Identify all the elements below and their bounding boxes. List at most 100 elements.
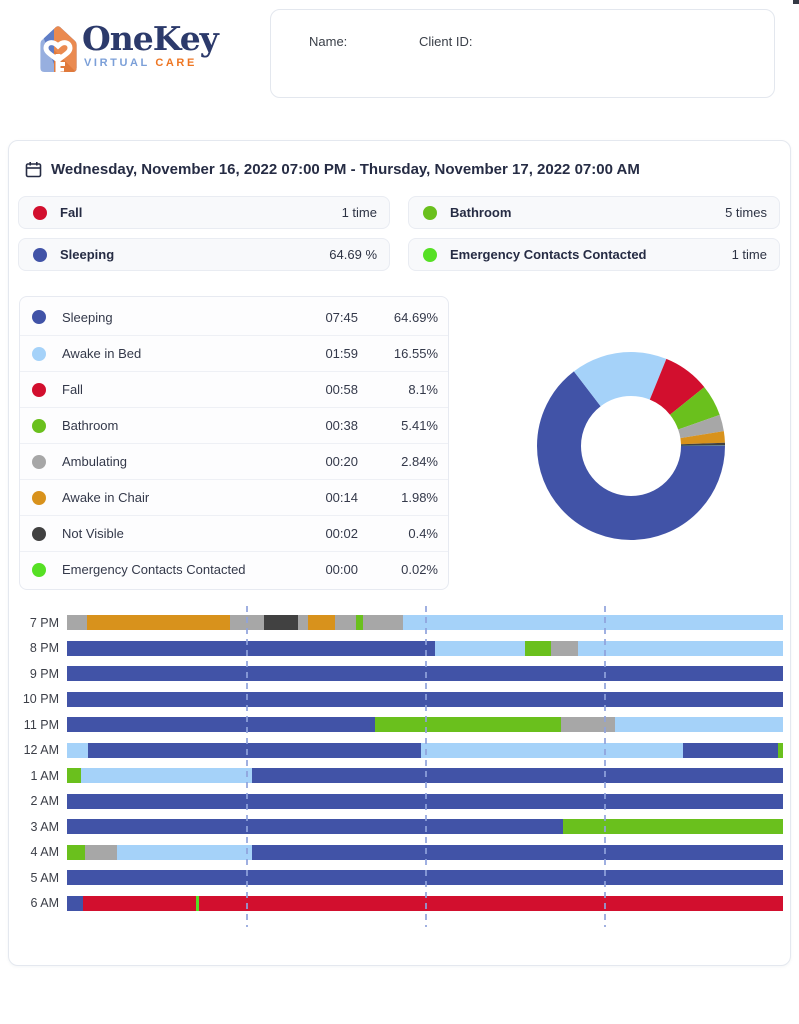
timeline-segment-bathroom xyxy=(563,819,783,834)
legend-row-emergency: Emergency Contacts Contacted00:000.02% xyxy=(20,551,448,587)
timeline-hour-label: 6 AM xyxy=(17,896,59,910)
legend-label: Awake in Bed xyxy=(62,346,296,361)
date-range-row: Wednesday, November 16, 2022 07:00 PM - … xyxy=(25,161,640,178)
legend-row-bathroom: Bathroom00:385.41% xyxy=(20,407,448,443)
timeline-row: 11 PM xyxy=(17,717,783,732)
summary-card-label: Bathroom xyxy=(450,205,725,220)
timeline-hour-label: 5 AM xyxy=(17,871,59,885)
legend-label: Sleeping xyxy=(62,310,296,325)
legend-label: Fall xyxy=(62,382,296,397)
timeline-hour-label: 3 AM xyxy=(17,820,59,834)
timeline-segment-ambulating xyxy=(85,845,117,860)
timeline-segment-ambulating xyxy=(363,615,404,630)
brand-tagline: VIRTUAL CARE xyxy=(84,57,218,69)
legend-percent: 8.1% xyxy=(358,382,438,397)
legend-time: 00:00 xyxy=(296,562,358,577)
tagline-care: CARE xyxy=(155,57,197,69)
legend-time: 00:38 xyxy=(296,418,358,433)
timeline-segment-sleeping xyxy=(67,819,563,834)
timeline-segment-bathroom xyxy=(525,641,551,656)
timeline-gridline xyxy=(425,606,427,927)
legend-dot-ambulating xyxy=(32,455,46,469)
timeline-row: 8 PM xyxy=(17,641,783,656)
timeline-segment-sleeping xyxy=(67,717,375,732)
timeline-segment-ambulating xyxy=(561,717,615,732)
legend-dot-fall xyxy=(33,206,47,220)
timeline-segment-sleeping xyxy=(88,743,421,758)
legend-label: Emergency Contacts Contacted xyxy=(62,562,296,577)
onekey-house-icon xyxy=(38,24,78,74)
legend-percent: 0.02% xyxy=(358,562,438,577)
tagline-virtual: VIRTUAL xyxy=(84,57,150,69)
timeline-hour-label: 2 AM xyxy=(17,794,59,808)
legend-dot-emergency xyxy=(32,563,46,577)
legend-time: 00:14 xyxy=(296,490,358,505)
timeline-row: 10 PM xyxy=(17,692,783,707)
timeline-segment-ambulating xyxy=(551,641,577,656)
legend-percent: 64.69% xyxy=(358,310,438,325)
timeline-segment-awake_in_bed xyxy=(117,845,252,860)
timeline-hour-label: 12 AM xyxy=(17,743,59,757)
timeline-row: 7 PM xyxy=(17,615,783,630)
timeline-gridline xyxy=(604,606,606,927)
summary-card-label: Emergency Contacts Contacted xyxy=(450,247,732,262)
corner-mark xyxy=(793,0,799,4)
timeline-hour-label: 4 AM xyxy=(17,845,59,859)
legend-dot-sleeping xyxy=(33,248,47,262)
legend-percent: 0.4% xyxy=(358,526,438,541)
summary-card-sleeping: Sleeping64.69 % xyxy=(18,238,390,271)
timeline-hour-label: 10 PM xyxy=(17,692,59,706)
timeline-segment-awake_in_bed xyxy=(421,743,682,758)
timeline-segment-awake_in_chair xyxy=(308,615,335,630)
summary-cards: Fall1 time Bathroom5 times Sleeping64.69 %… xyxy=(18,196,780,271)
legend-dot-bathroom xyxy=(32,419,46,433)
legend-label: Bathroom xyxy=(62,418,296,433)
timeline-segment-ambulating xyxy=(335,615,355,630)
timeline-segment-awake_in_bed xyxy=(578,641,783,656)
timeline-segment-sleeping xyxy=(683,743,778,758)
timeline-row: 9 PM xyxy=(17,666,783,681)
legend-row-ambulating: Ambulating00:202.84% xyxy=(20,443,448,479)
timeline-row: 5 AM xyxy=(17,870,783,885)
legend-dot-fall xyxy=(32,383,46,397)
summary-card-value: 1 time xyxy=(732,247,767,262)
onekey-logo: OneKey VIRTUAL CARE xyxy=(38,22,268,78)
legend-row-fall: Fall00:588.1% xyxy=(20,371,448,407)
donut-svg xyxy=(536,351,726,541)
timeline-segment-bathroom xyxy=(778,743,783,758)
timeline-segment-sleeping xyxy=(67,641,435,656)
timeline-hour-label: 11 PM xyxy=(17,718,59,732)
timeline-row: 2 AM xyxy=(17,794,783,809)
timeline-row: 3 AM xyxy=(17,819,783,834)
legend-dot-awake_in_bed xyxy=(32,347,46,361)
client-id-label: Client ID: xyxy=(419,34,472,49)
legend-percent: 5.41% xyxy=(358,418,438,433)
timeline-segment-awake_in_bed xyxy=(81,768,252,783)
timeline-row: 1 AM xyxy=(17,768,783,783)
activity-legend-table: Sleeping07:4564.69%Awake in Bed01:5916.5… xyxy=(19,296,449,590)
timeline-hour-label: 8 PM xyxy=(17,641,59,655)
summary-card-value: 64.69 % xyxy=(329,247,377,262)
timeline-segment-ambulating xyxy=(298,615,308,630)
legend-dot-not_visible xyxy=(32,527,46,541)
legend-dot-sleeping xyxy=(32,310,46,324)
legend-label: Awake in Chair xyxy=(62,490,296,505)
timeline-segment-bathroom xyxy=(375,717,561,732)
legend-row-awake_in_bed: Awake in Bed01:5916.55% xyxy=(20,335,448,371)
legend-row-awake_in_chair: Awake in Chair00:141.98% xyxy=(20,479,448,515)
summary-card-bathroom: Bathroom5 times xyxy=(408,196,780,229)
brand-name: OneKey xyxy=(82,22,218,56)
legend-percent: 1.98% xyxy=(358,490,438,505)
legend-dot-bathroom xyxy=(423,206,437,220)
legend-time: 00:58 xyxy=(296,382,358,397)
report-card: Wednesday, November 16, 2022 07:00 PM - … xyxy=(8,140,791,966)
timeline-segment-awake_in_bed xyxy=(615,717,783,732)
timeline-segment-ambulating xyxy=(67,615,87,630)
timeline-hour-label: 7 PM xyxy=(17,616,59,630)
summary-card-value: 1 time xyxy=(342,205,377,220)
summary-card-fall: Fall1 time xyxy=(18,196,390,229)
patient-info-box: Name: Client ID: xyxy=(270,9,775,98)
legend-row-not_visible: Not Visible00:020.4% xyxy=(20,515,448,551)
legend-percent: 16.55% xyxy=(358,346,438,361)
summary-card-emergency: Emergency Contacts Contacted1 time xyxy=(408,238,780,271)
